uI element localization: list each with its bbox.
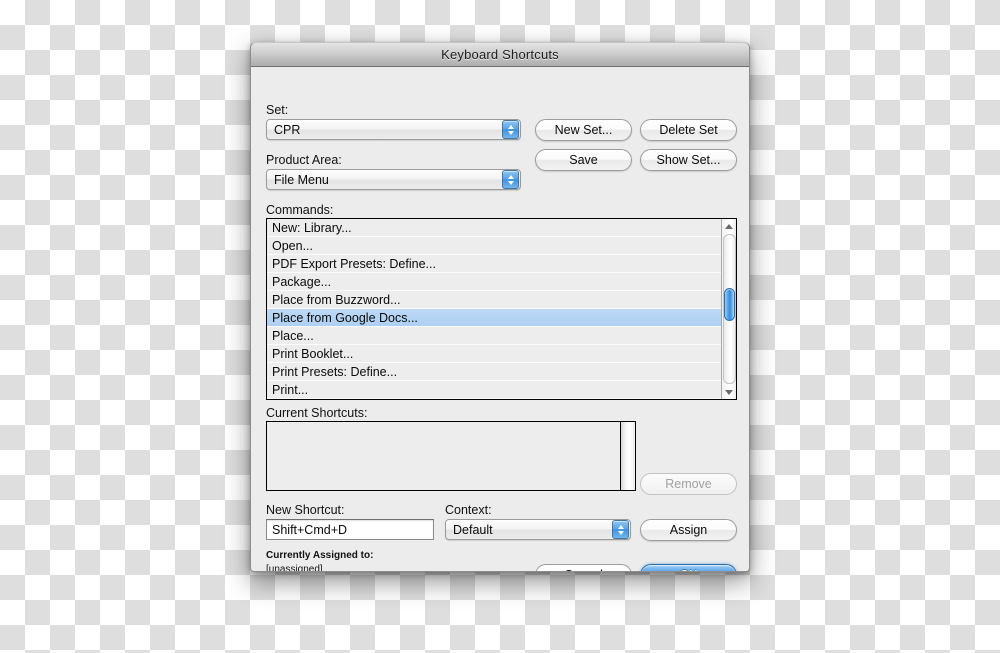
dialog-title: Keyboard Shortcuts xyxy=(441,47,559,62)
chevron-updown-icon[interactable] xyxy=(612,520,629,539)
new-shortcut-label: New Shortcut: xyxy=(266,503,345,517)
new-shortcut-value: Shift+Cmd+D xyxy=(272,522,348,537)
current-shortcuts-scroll-gutter[interactable] xyxy=(620,422,635,490)
command-list-item[interactable]: Place from Buzzword... xyxy=(267,291,721,309)
remove-button[interactable]: Remove xyxy=(640,473,737,495)
command-list-item[interactable]: Package... xyxy=(267,273,721,291)
keyboard-shortcuts-dialog: Keyboard Shortcuts Set: CPR New Set... D… xyxy=(250,42,750,572)
commands-list[interactable]: New: Library... Open... PDF Export Presets… xyxy=(267,219,721,399)
dialog-titlebar[interactable]: Keyboard Shortcuts xyxy=(251,42,749,67)
save-button[interactable]: Save xyxy=(535,149,632,171)
scroll-down-arrow-icon[interactable] xyxy=(723,385,736,399)
currently-assigned-value: [unassigned] xyxy=(266,564,323,572)
set-dropdown[interactable]: CPR xyxy=(266,119,521,140)
command-list-item[interactable]: Place... xyxy=(267,327,721,345)
command-list-item[interactable]: Open... xyxy=(267,237,721,255)
commands-scroll-track[interactable] xyxy=(722,234,736,384)
command-list-item[interactable]: Print Presets: Define... xyxy=(267,363,721,381)
chevron-updown-icon[interactable] xyxy=(502,170,519,189)
context-dropdown-value: Default xyxy=(453,522,493,537)
current-shortcuts-listbox[interactable] xyxy=(266,421,636,491)
ok-button[interactable]: OK xyxy=(640,564,737,571)
cancel-button[interactable]: Cancel xyxy=(535,564,632,571)
command-list-item[interactable]: PDF Export Presets: Define... xyxy=(267,255,721,273)
context-dropdown[interactable]: Default xyxy=(445,519,631,540)
chevron-updown-icon[interactable] xyxy=(502,120,519,139)
current-shortcuts-list[interactable] xyxy=(267,422,620,490)
currently-assigned-label: Currently Assigned to: xyxy=(266,550,374,561)
scroll-up-arrow-icon[interactable] xyxy=(723,219,736,233)
new-set-button[interactable]: New Set... xyxy=(535,119,632,141)
new-shortcut-input[interactable]: Shift+Cmd+D xyxy=(266,519,434,540)
assign-button[interactable]: Assign xyxy=(640,519,737,541)
product-area-label: Product Area: xyxy=(266,153,342,167)
product-area-dropdown[interactable]: File Menu xyxy=(266,169,521,190)
command-list-item[interactable]: Place from Google Docs... xyxy=(267,309,721,327)
command-list-item[interactable]: New: Library... xyxy=(267,219,721,237)
command-list-item[interactable]: Print... xyxy=(267,381,721,399)
current-shortcuts-label: Current Shortcuts: xyxy=(266,406,368,420)
desktop-backdrop: Keyboard Shortcuts Set: CPR New Set... D… xyxy=(0,0,1000,653)
command-list-item[interactable]: Print Booklet... xyxy=(267,345,721,363)
context-label: Context: xyxy=(445,503,492,517)
show-set-button[interactable]: Show Set... xyxy=(640,149,737,171)
set-label: Set: xyxy=(266,103,289,117)
delete-set-button[interactable]: Delete Set xyxy=(640,119,737,141)
commands-label: Commands: xyxy=(266,203,334,217)
commands-scrollbar[interactable] xyxy=(721,219,736,399)
commands-listbox[interactable]: New: Library... Open... PDF Export Presets… xyxy=(266,218,737,400)
commands-scroll-thumb[interactable] xyxy=(723,288,735,321)
set-dropdown-value: CPR xyxy=(274,122,301,137)
product-area-dropdown-value: File Menu xyxy=(274,172,329,187)
